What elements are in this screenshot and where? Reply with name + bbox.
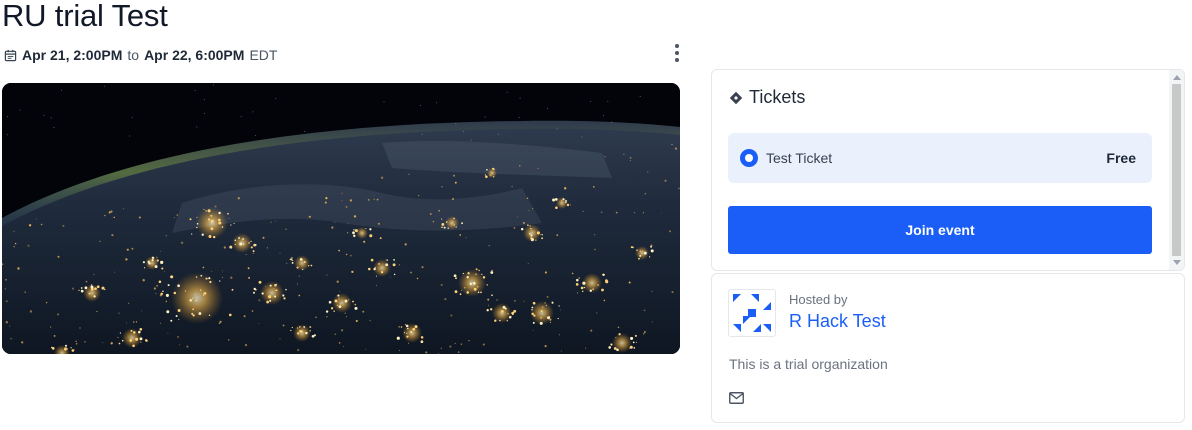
ticket-option-test-ticket[interactable]: Test Ticket Free bbox=[728, 133, 1152, 183]
scrollbar-thumb[interactable] bbox=[1172, 84, 1181, 256]
more-options-button[interactable] bbox=[668, 42, 686, 64]
host-name-link[interactable]: R Hack Test bbox=[789, 311, 886, 332]
event-hero-image bbox=[2, 83, 680, 354]
scroll-up-icon[interactable] bbox=[1173, 75, 1181, 80]
ticket-name: Test Ticket bbox=[766, 150, 833, 166]
tickets-heading-label: Tickets bbox=[749, 87, 806, 107]
host-card: Hosted by R Hack Test This is a trial or… bbox=[711, 273, 1185, 423]
date-connector: to bbox=[127, 47, 140, 63]
ticket-price: Free bbox=[1106, 150, 1136, 166]
hosted-by-label: Hosted by bbox=[789, 292, 848, 307]
host-logo-mark bbox=[733, 294, 771, 332]
ticket-radio[interactable] bbox=[740, 149, 758, 167]
more-vertical-icon bbox=[675, 44, 679, 48]
event-start: Apr 21, 2:00PM bbox=[22, 47, 123, 63]
join-event-button[interactable]: Join event bbox=[728, 206, 1152, 254]
mail-icon[interactable] bbox=[729, 392, 744, 404]
scroll-down-icon[interactable] bbox=[1173, 260, 1181, 265]
host-description: This is a trial organization bbox=[729, 356, 888, 372]
tickets-heading: Tickets bbox=[729, 87, 805, 108]
event-timezone: EDT bbox=[249, 47, 278, 63]
calendar-icon bbox=[4, 49, 17, 61]
tickets-scrollbar[interactable] bbox=[1169, 70, 1184, 270]
event-end: Apr 22, 6:00PM bbox=[144, 47, 245, 63]
event-date-range: Apr 21, 2:00PM to Apr 22, 6:00PM EDT bbox=[4, 47, 277, 63]
host-logo bbox=[728, 289, 776, 337]
tickets-card: Tickets Test Ticket Free Join event bbox=[711, 69, 1185, 271]
event-title: RU trial Test bbox=[2, 0, 168, 33]
event-page: RU trial Test Apr 21, 2:00PM to Apr 22, … bbox=[0, 0, 1192, 430]
ticket-icon bbox=[729, 91, 743, 104]
